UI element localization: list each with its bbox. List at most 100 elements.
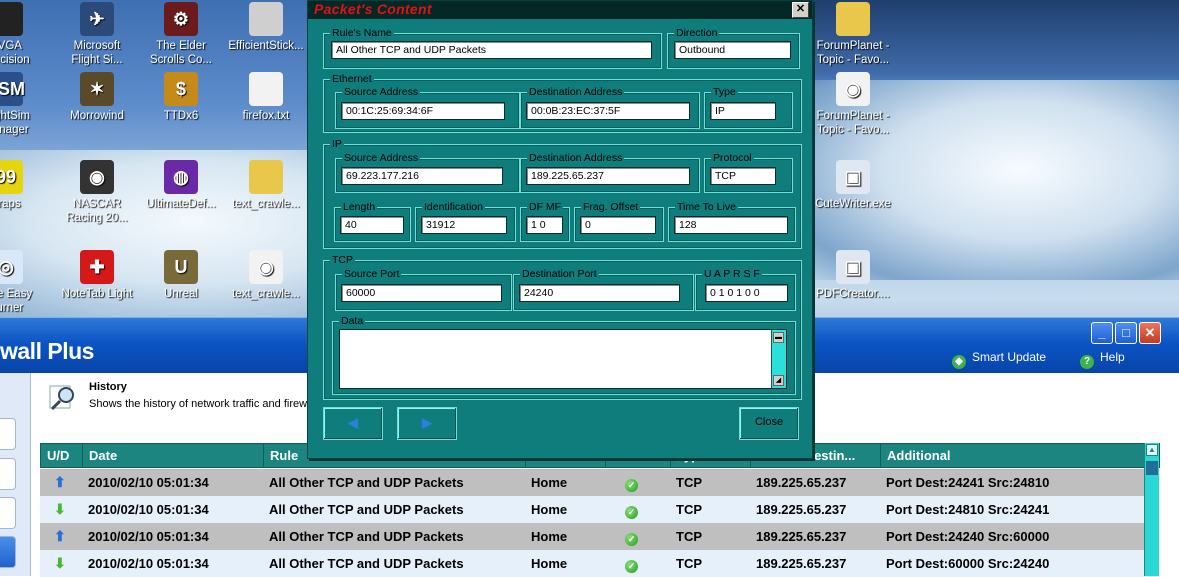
ttdx6-icon: $ bbox=[164, 72, 198, 106]
notetab-icon: ✚ bbox=[80, 250, 114, 284]
desktop-pdfcreator[interactable]: ▣ PDFCreator.... bbox=[812, 250, 894, 301]
desktop-efficient-sticky[interactable]: EfficientStick... bbox=[225, 2, 307, 53]
smart-update-icon: ◆ bbox=[952, 355, 966, 369]
type-cell: TCP bbox=[676, 475, 702, 490]
minimize-button[interactable]: _ bbox=[1091, 322, 1113, 344]
column-header[interactable]: Additional bbox=[881, 444, 1159, 467]
help-link[interactable]: ? Help bbox=[1080, 347, 1125, 369]
desktop-fsm[interactable]: FSM FlightSim Manager bbox=[0, 72, 47, 137]
direction-cell: ⬆ bbox=[40, 469, 82, 496]
desktop-nascar[interactable]: ◉ NASCAR Racing 20... bbox=[56, 160, 138, 225]
desktop-firefox-txt[interactable]: firefox.txt bbox=[225, 72, 307, 123]
ip-source-field[interactable]: 69.223.177.216 bbox=[341, 167, 503, 185]
eth-dest-label: Destination Address bbox=[527, 86, 625, 98]
ip-frag-offset-field[interactable]: 0 bbox=[580, 216, 656, 234]
data-scrollbar[interactable]: ▬ ◢ bbox=[771, 330, 786, 388]
tcp-dest-port-label: Destination Port bbox=[520, 268, 599, 280]
dialog-title-bar[interactable]: Packet's Content ✕ bbox=[308, 1, 812, 19]
cutewriter-icon: ▣ bbox=[836, 160, 870, 194]
desktop-icon-label: Microsoft bbox=[73, 40, 121, 52]
nav-button-1[interactable] bbox=[0, 418, 16, 450]
desktop-elder-scrolls[interactable]: ⚙ The Elder Scrolls Co... bbox=[140, 2, 222, 67]
tcp-label: TCP bbox=[330, 254, 355, 266]
ip-ttl-group: Time To Live 128 bbox=[668, 201, 796, 242]
desktop-ultimatedef[interactable]: ◍ UltimateDef... bbox=[140, 160, 222, 211]
ethernet-label: Ethernet bbox=[330, 73, 374, 85]
desktop-forumplanet-2[interactable]: ◉ ForumPlanet - Topic - Favo... bbox=[812, 72, 894, 137]
table-row[interactable]: ⬆ 2010/02/10 05:01:34 All Other TCP and UD… bbox=[40, 469, 1158, 496]
data-scroll-up-icon[interactable]: ▬ bbox=[773, 332, 784, 343]
desktop-text-crawler-2[interactable]: ◉ text_crawle... bbox=[225, 250, 307, 301]
desktop-icon-label: firefox.txt bbox=[242, 110, 290, 122]
tcp-dest-port-field[interactable]: 24240 bbox=[519, 284, 680, 302]
column-header[interactable]: U/D bbox=[41, 444, 83, 467]
desktop-icon-label-2: Flight Si... bbox=[71, 54, 123, 66]
left-nav-bar bbox=[0, 373, 31, 576]
maximize-button[interactable]: □ bbox=[1115, 322, 1137, 344]
desktop-icon-label: text_crawle... bbox=[232, 288, 300, 300]
ip-dfmf-field[interactable]: 1 0 bbox=[526, 216, 563, 234]
desktop-cutewriter[interactable]: ▣ CuteWriter.exe bbox=[812, 160, 894, 211]
tcp-flags-group: U A P R S F 0 1 0 1 0 0 bbox=[695, 268, 796, 311]
data-textarea[interactable]: ▬ ◢ bbox=[339, 329, 787, 389]
date-cell: 2010/02/10 05:01:34 bbox=[88, 529, 209, 544]
desktop-ttdx6[interactable]: $ TTDx6 bbox=[140, 72, 222, 123]
table-row[interactable]: ⬇ 2010/02/10 05:01:34 All Other TCP and UD… bbox=[40, 496, 1158, 523]
data-group: Data ▬ ◢ bbox=[332, 315, 796, 395]
action-cell: ✓ bbox=[605, 496, 670, 523]
tcp-source-port-field[interactable]: 60000 bbox=[341, 284, 502, 302]
window-close-button[interactable]: ✕ bbox=[1139, 322, 1161, 344]
desktop-forumplanet-1[interactable]: ForumPlanet - Topic - Favo... bbox=[812, 2, 894, 67]
ip-ttl-field[interactable]: 128 bbox=[674, 216, 788, 234]
ip-identification-field[interactable]: 31912 bbox=[421, 216, 507, 234]
eth-source-label: Source Address bbox=[342, 86, 421, 98]
eth-type-field[interactable]: IP bbox=[710, 102, 776, 120]
nav-button-4[interactable] bbox=[0, 536, 16, 568]
scroll-thumb[interactable] bbox=[1146, 461, 1158, 475]
dialog-close-x-button[interactable]: ✕ bbox=[792, 2, 809, 18]
desktop-text-crawler[interactable]: text_crawle... bbox=[225, 160, 307, 211]
desktop-icon-label: Free Easy bbox=[0, 288, 33, 300]
firefox-txt-icon bbox=[249, 72, 283, 106]
date-cell: 2010/02/10 05:01:34 bbox=[88, 475, 209, 490]
eth-type-label: Type bbox=[711, 86, 738, 98]
desktop-morrowind[interactable]: ✶ Morrowind bbox=[56, 72, 138, 123]
close-button[interactable]: Close bbox=[739, 407, 799, 440]
nav-button-3[interactable] bbox=[0, 497, 16, 529]
desktop-icon-label-2: Burner bbox=[0, 302, 24, 314]
smart-update-link[interactable]: ◆ Smart Update bbox=[952, 347, 1046, 369]
direction-field[interactable]: Outbound bbox=[674, 41, 791, 59]
column-header[interactable]: Date bbox=[83, 444, 264, 467]
efficient-sticky-icon bbox=[249, 2, 283, 36]
history-magnifier-icon bbox=[49, 385, 74, 411]
tcp-dest-port-group: Destination Port 24240 bbox=[513, 268, 694, 311]
nav-button-2[interactable] bbox=[0, 458, 16, 490]
desktop-notetab[interactable]: ✚ NoteTab Light bbox=[56, 250, 138, 301]
ip-length-field[interactable]: 40 bbox=[340, 216, 404, 234]
ip-protocol-field[interactable]: TCP bbox=[710, 167, 776, 185]
next-packet-button[interactable]: ▶ bbox=[397, 407, 457, 440]
action-cell: ✓ bbox=[605, 523, 670, 550]
table-row[interactable]: ⬇ 2010/02/10 05:01:34 All Other TCP and UD… bbox=[40, 550, 1158, 577]
ip-protocol-label: Protocol bbox=[711, 152, 754, 164]
eth-dest-field[interactable]: 00:0B:23:EC:37:5F bbox=[526, 102, 690, 120]
previous-packet-button[interactable]: ◀ bbox=[323, 407, 383, 440]
table-scrollbar[interactable]: ▲ bbox=[1144, 443, 1159, 576]
desktop-unreal[interactable]: U Unreal bbox=[140, 250, 222, 301]
desktop-evga[interactable]: EVGA Precision bbox=[0, 2, 47, 67]
eth-source-field[interactable]: 00:1C:25:69:34:6F bbox=[341, 102, 505, 120]
arrow-left-icon: ◀ bbox=[348, 415, 358, 430]
desktop-icon-label-2: Topic - Favo... bbox=[816, 54, 890, 66]
direction-group: Direction Outbound bbox=[667, 27, 800, 69]
desktop-fraps[interactable]: 99 Fraps bbox=[0, 160, 47, 211]
desktop-easy-burner[interactable]: ◎ Free Easy Burner bbox=[0, 250, 47, 315]
rule-name-field[interactable]: All Other TCP and UDP Packets bbox=[331, 41, 652, 59]
tcp-flags-field[interactable]: 0 1 0 1 0 0 bbox=[705, 284, 788, 302]
profile-cell: Home bbox=[531, 556, 568, 571]
table-row[interactable]: ⬆ 2010/02/10 05:01:34 All Other TCP and UD… bbox=[40, 523, 1158, 550]
ip-dest-field[interactable]: 189.225.65.237 bbox=[526, 167, 690, 185]
data-scroll-down-icon[interactable]: ◢ bbox=[773, 375, 784, 386]
forumplanet-1-icon bbox=[836, 2, 870, 36]
desktop-flight-sim[interactable]: ✈ Microsoft Flight Si... bbox=[56, 2, 138, 67]
scroll-up-icon[interactable]: ▲ bbox=[1146, 444, 1158, 456]
